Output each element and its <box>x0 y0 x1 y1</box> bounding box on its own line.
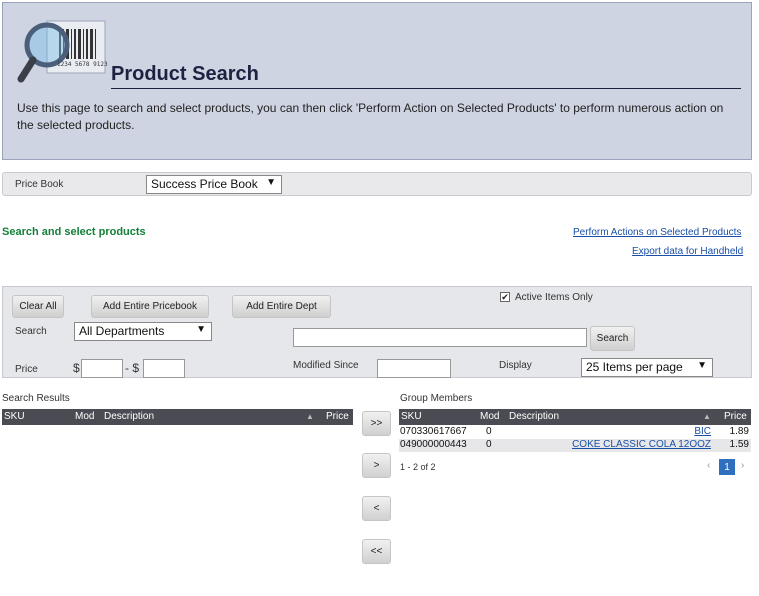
department-selected: All Departments <box>79 324 165 338</box>
price-separator: - $ <box>125 361 140 375</box>
row-mod: 0 <box>486 439 492 450</box>
row-mod: 0 <box>486 426 492 437</box>
export-handheld-link[interactable]: Export data for Handheld <box>632 246 743 257</box>
active-items-label: Active Items Only <box>515 292 593 303</box>
col-mod[interactable]: Mod <box>480 411 499 422</box>
page-header: 1234 5678 9123 Product Search Use this p… <box>2 2 752 160</box>
page-intro: Use this page to search and select produ… <box>17 101 724 132</box>
col-sku[interactable]: SKU <box>401 411 422 422</box>
table-row[interactable]: 070330617667 0 BIC 1.89 <box>399 426 751 439</box>
search-input[interactable] <box>293 328 587 347</box>
next-page-icon[interactable]: › <box>741 460 744 471</box>
modified-since-input[interactable] <box>377 359 451 378</box>
display-selected: 25 Items per page <box>586 360 683 374</box>
row-description-link[interactable]: COKE CLASSIC COLA 12OOZ <box>572 439 711 450</box>
price-from-input[interactable] <box>81 359 123 378</box>
barcode-number: 1234 5678 9123 <box>57 61 108 68</box>
add-all-button[interactable]: >> <box>362 411 391 436</box>
caret-down-icon: ▼ <box>266 177 276 188</box>
caret-down-icon: ▼ <box>697 360 707 371</box>
department-select[interactable]: All Departments ▼ <box>74 322 212 341</box>
row-description-link[interactable]: BIC <box>694 426 711 437</box>
pagination-summary: 1 - 2 of 2 <box>400 462 436 472</box>
price-from-symbol: $ <box>73 361 80 375</box>
search-results-title: Search Results <box>2 393 70 404</box>
add-entire-dept-button[interactable]: Add Entire Dept <box>232 295 331 318</box>
group-members-header: SKU Mod Description ▲ Price <box>399 409 751 425</box>
col-mod[interactable]: Mod <box>75 411 94 422</box>
search-panel: Clear All Add Entire Pricebook Add Entir… <box>2 286 752 378</box>
add-entire-pricebook-button[interactable]: Add Entire Pricebook <box>91 295 209 318</box>
remove-selected-button[interactable]: < <box>362 496 391 521</box>
page-title: Product Search <box>111 63 259 85</box>
price-label: Price <box>15 364 38 375</box>
remove-all-button[interactable]: << <box>362 539 391 564</box>
pricebook-bar: Price Book Success Price Book ▼ <box>2 172 752 196</box>
search-label: Search <box>15 326 47 337</box>
row-sku: 049000000443 <box>400 439 467 450</box>
col-sku[interactable]: SKU <box>4 411 25 422</box>
row-sku: 070330617667 <box>400 426 467 437</box>
search-results-header: SKU Mod Description ▲ Price <box>2 409 353 425</box>
clear-all-button[interactable]: Clear All <box>12 295 64 318</box>
col-description[interactable]: Description <box>509 411 559 422</box>
active-items-checkbox[interactable]: ✔ <box>500 292 510 302</box>
group-members-title: Group Members <box>400 393 473 404</box>
sort-asc-icon[interactable]: ▲ <box>306 412 314 421</box>
add-selected-button[interactable]: > <box>362 453 391 478</box>
row-price: 1.89 <box>729 426 749 437</box>
table-row[interactable]: 049000000443 0 COKE CLASSIC COLA 12OOZ 1… <box>399 439 751 452</box>
display-select[interactable]: 25 Items per page ▼ <box>581 358 713 377</box>
section-title: Search and select products <box>2 226 146 238</box>
title-divider <box>111 88 741 89</box>
col-description[interactable]: Description <box>104 411 154 422</box>
prev-page-icon[interactable]: ‹ <box>707 460 710 471</box>
pricebook-label: Price Book <box>15 179 64 190</box>
search-button[interactable]: Search <box>590 326 635 351</box>
pricebook-select[interactable]: Success Price Book ▼ <box>146 175 282 194</box>
perform-actions-link[interactable]: Perform Actions on Selected Products <box>573 227 741 238</box>
display-label: Display <box>499 360 532 371</box>
price-to-input[interactable] <box>143 359 185 378</box>
sort-asc-icon[interactable]: ▲ <box>703 412 711 421</box>
modified-since-label: Modified Since <box>293 360 359 371</box>
page-1-button[interactable]: 1 <box>719 459 735 475</box>
col-price[interactable]: Price <box>326 411 349 422</box>
row-price: 1.59 <box>729 439 749 450</box>
barcode-magnifier-icon <box>17 20 106 83</box>
caret-down-icon: ▼ <box>196 324 206 335</box>
pricebook-selected: Success Price Book <box>151 177 258 191</box>
col-price[interactable]: Price <box>724 411 747 422</box>
